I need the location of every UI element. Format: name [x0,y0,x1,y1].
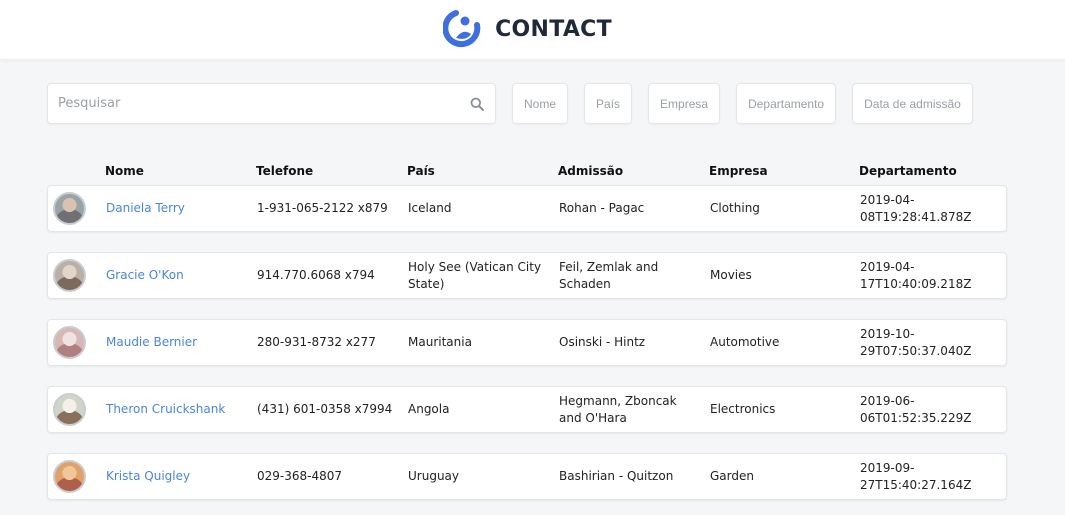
department-cell: 2019-04-08T19:28:41.878Z [860,192,972,224]
department-cell: 2019-09-27T15:40:27.164Z [860,460,972,492]
company-cell: Garden [710,469,754,483]
table-row[interactable]: Maudie Bernier 280-931-8732 x277 Maurita… [47,319,1007,366]
search-input[interactable] [58,84,469,123]
table-header: Nome Telefone País Admissão Empresa Depa… [47,162,1007,182]
admission-cell: Feil, Zemlak and Schaden [559,259,659,291]
admission-cell: Bashirian - Quitzon [559,469,674,483]
filter-bar: Nome País Empresa Departamento Data de a… [47,83,973,124]
app-header: CONTACT [0,0,1065,59]
avatar [53,393,86,426]
app-title: CONTACT [495,17,612,42]
filter-company-button[interactable]: Empresa [648,83,721,124]
filter-name-button[interactable]: Nome [512,83,569,124]
contact-name-link[interactable]: Daniela Terry [106,186,251,231]
brand[interactable]: CONTACT [442,8,612,52]
column-header-country[interactable]: País [407,164,435,178]
department-cell: 2019-06-06T01:52:35.229Z [860,393,972,425]
column-header-name[interactable]: Nome [105,164,144,178]
column-header-admission[interactable]: Admissão [558,164,623,178]
phone-cell: 029-368-4807 [257,469,343,483]
phone-cell: (431) 601-0358 x7994 [257,402,393,416]
country-cell: Angola [408,402,450,416]
filter-department-button[interactable]: Departamento [736,83,837,124]
contact-name-link[interactable]: Maudie Bernier [106,320,251,365]
country-cell: Mauritania [408,335,472,349]
country-cell: Uruguay [408,469,459,483]
contact-name-link[interactable]: Theron Cruickshank [106,387,251,432]
contact-logo-icon [442,8,483,52]
avatar [53,460,86,493]
column-header-company[interactable]: Empresa [709,164,768,178]
phone-cell: 1-931-065-2122 x879 [257,201,388,215]
country-cell: Holy See (Vatican City State) [408,259,542,291]
avatar [53,326,86,359]
column-header-phone[interactable]: Telefone [256,164,313,178]
admission-cell: Osinski - Hintz [559,335,646,349]
table-row[interactable]: Krista Quigley 029-368-4807 Uruguay Bash… [47,453,1007,500]
company-cell: Movies [710,268,752,282]
search-icon[interactable] [469,96,485,112]
contact-name-link[interactable]: Krista Quigley [106,454,251,499]
company-cell: Clothing [710,201,760,215]
contact-name-link[interactable]: Gracie O'Kon [106,253,251,298]
column-header-department[interactable]: Departamento [859,164,957,178]
phone-cell: 280-931-8732 x277 [257,335,376,349]
avatar [53,192,86,225]
filter-admission-date-button[interactable]: Data de admissão [852,83,973,124]
admission-cell: Rohan - Pagac [559,201,645,215]
department-cell: 2019-04-17T10:40:09.218Z [860,259,972,291]
country-cell: Iceland [408,201,452,215]
company-cell: Electronics [710,402,776,416]
search-box[interactable] [47,83,496,124]
table-row[interactable]: Gracie O'Kon 914.770.6068 x794 Holy See … [47,252,1007,299]
table-row[interactable]: Daniela Terry 1-931-065-2122 x879 Icelan… [47,185,1007,232]
filter-country-button[interactable]: País [584,83,633,124]
department-cell: 2019-10-29T07:50:37.040Z [860,326,972,358]
table-row[interactable]: Theron Cruickshank (431) 601-0358 x7994 … [47,386,1007,433]
admission-cell: Hegmann, Zboncak and O'Hara [559,393,677,425]
company-cell: Automotive [710,335,780,349]
phone-cell: 914.770.6068 x794 [257,268,375,282]
avatar [53,259,86,292]
